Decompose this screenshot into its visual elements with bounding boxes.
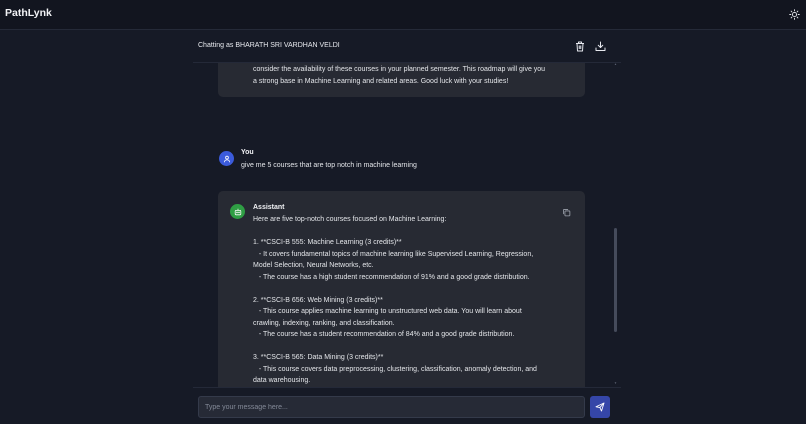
scrollbar-thumb[interactable] (614, 228, 617, 332)
assistant-message: Assistant Here are five top-notch course… (218, 191, 585, 387)
message-text: Here are five top-notch courses focused … (253, 216, 537, 384)
message-text: consider the availability of these cours… (253, 66, 546, 85)
user-icon (223, 155, 230, 162)
download-icon (595, 41, 606, 51)
send-icon (595, 402, 605, 412)
chat-header: Chatting as BHARATH SRI VARDHAN VELDI (193, 31, 621, 63)
top-bar: PathLynk (0, 0, 806, 30)
robot-icon (234, 208, 241, 215)
trash-icon (575, 41, 584, 52)
input-area (193, 387, 621, 424)
download-chat-button[interactable] (594, 40, 607, 53)
send-button[interactable] (590, 396, 610, 418)
clear-chat-button[interactable] (573, 40, 586, 53)
scrollbar-down-arrow[interactable]: ▼ (614, 381, 617, 385)
chat-title: Chatting as BHARATH SRI VARDHAN VELDI (198, 42, 340, 49)
scrollbar-up-arrow[interactable]: ▲ (614, 62, 617, 66)
sender-name: You (241, 149, 254, 156)
message-input[interactable] (198, 396, 585, 418)
sender-name: Assistant (253, 204, 285, 211)
theme-toggle-button[interactable] (786, 6, 803, 23)
sun-icon (789, 9, 800, 20)
assistant-avatar (230, 204, 245, 219)
assistant-message-previous: consider the availability of these cours… (218, 63, 585, 97)
app-brand: PathLynk (5, 7, 52, 19)
chat-panel: Chatting as BHARATH SRI VARDHAN VELDI co… (193, 31, 621, 424)
message-list[interactable]: consider the availability of these cours… (193, 63, 621, 387)
message-text: give me 5 courses that are top notch in … (241, 162, 417, 169)
copy-message-button[interactable] (562, 204, 572, 217)
user-avatar (219, 151, 234, 166)
